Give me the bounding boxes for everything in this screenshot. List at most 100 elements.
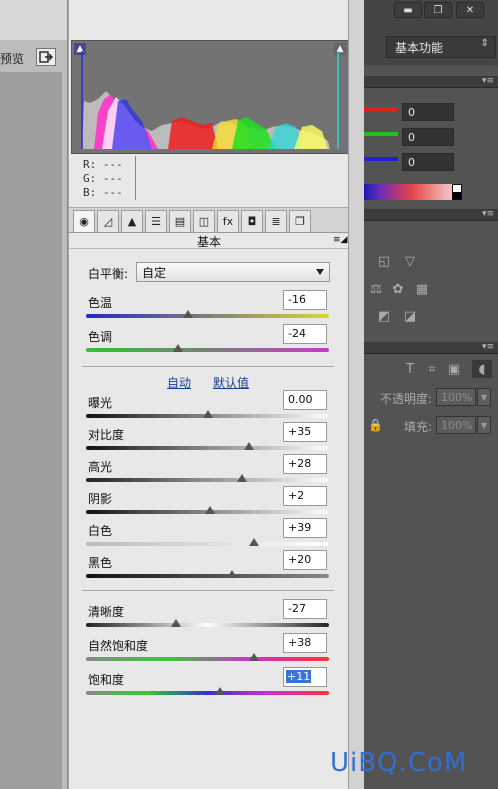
maximize-icon[interactable]: ❐ bbox=[424, 2, 452, 18]
fullscreen-toggle-icon[interactable] bbox=[36, 48, 56, 66]
chevron-down-icon[interactable]: ▼ bbox=[477, 388, 491, 406]
chevron-down-icon[interactable]: ▼ bbox=[477, 416, 491, 434]
preview-checkbox-label[interactable]: 预览 bbox=[0, 50, 24, 67]
sliders_presence-thumb-2[interactable] bbox=[214, 687, 225, 695]
photoshop-workspace: ▬ ❐ ✕ 基本功能 ⇕ ▾≡ 0 0 0 ▾≡ ◱ ▽ ⚖ ✿ ▦ ◩ ◪ ▾… bbox=[364, 0, 498, 789]
blue-channel-slider[interactable] bbox=[364, 157, 398, 161]
white-balance-select[interactable]: 自定 bbox=[136, 262, 330, 282]
image-canvas[interactable] bbox=[0, 72, 62, 789]
channel-mixer-icon[interactable]: ✿ bbox=[388, 280, 408, 298]
sliders_presence-thumb-1[interactable] bbox=[248, 653, 259, 661]
workspace-select[interactable]: 基本功能 ⇕ bbox=[386, 36, 496, 58]
sliders_presence-label-1: 自然饱和度 bbox=[88, 639, 149, 653]
sliders_tone-thumb-3[interactable] bbox=[204, 506, 215, 514]
sliders_presence-thumb-0[interactable] bbox=[170, 619, 181, 627]
detail-icon[interactable]: ▲ bbox=[121, 210, 143, 232]
tint-slider-track[interactable] bbox=[86, 348, 329, 352]
tint-input[interactable]: -24 bbox=[283, 324, 327, 344]
sliders_tone-input-5[interactable]: +20 bbox=[283, 550, 327, 570]
curves-icon[interactable]: ◱ bbox=[374, 252, 394, 270]
sliders_tone-thumb-1[interactable] bbox=[243, 442, 254, 450]
invert-icon[interactable]: ◩ bbox=[374, 307, 394, 325]
tint-label: 色调 bbox=[88, 330, 113, 344]
hsl-icon[interactable]: ☰ bbox=[145, 210, 167, 232]
presets-icon[interactable]: ≣ bbox=[265, 210, 287, 232]
chevron-down-icon bbox=[316, 269, 324, 275]
fill-label: 填充: bbox=[404, 420, 433, 434]
adjustments-panel-header: ▾≡ bbox=[364, 209, 498, 221]
sliders_tone-input-0[interactable]: 0.00 bbox=[283, 390, 327, 410]
blue-value[interactable]: 0 bbox=[402, 153, 454, 171]
split-toning-icon[interactable]: ▤ bbox=[169, 210, 191, 232]
opacity-field[interactable]: 100% bbox=[436, 388, 476, 406]
lock-icon[interactable]: 🔒 bbox=[368, 418, 383, 432]
green-channel-slider[interactable] bbox=[364, 132, 398, 136]
sliders_tone-thumb-0[interactable] bbox=[202, 410, 213, 418]
sliders_presence-label-0: 清晰度 bbox=[88, 605, 125, 619]
color-spectrum[interactable] bbox=[364, 184, 462, 200]
panel-scrollbar[interactable] bbox=[348, 0, 364, 789]
sliders_tone-input-2[interactable]: +28 bbox=[283, 454, 327, 474]
tone-curve-icon[interactable]: ◿ bbox=[97, 210, 119, 232]
rgb-readout: R: --- G: --- B: --- bbox=[83, 158, 123, 200]
smart-object-filter-icon[interactable]: ▣ bbox=[444, 360, 464, 378]
layers-panel-header: ▾≡ bbox=[364, 342, 498, 354]
tint-slider-thumb[interactable] bbox=[173, 344, 184, 352]
panel-tabs: ◉ ◿ ▲ ☰ ▤ ◫ fx ◘ ≣ ❐ bbox=[69, 207, 349, 233]
snapshots-icon[interactable]: ❐ bbox=[289, 210, 311, 232]
sliders_tone-thumb-4[interactable] bbox=[248, 538, 259, 546]
close-icon[interactable]: ✕ bbox=[456, 2, 484, 18]
sliders_presence-track-2[interactable] bbox=[86, 691, 329, 695]
panel-menu-icon[interactable]: ▾≡ bbox=[482, 209, 494, 219]
basic-icon[interactable]: ◉ bbox=[73, 210, 95, 232]
sliders_tone-label-2: 高光 bbox=[88, 460, 113, 474]
selective-color-icon[interactable]: ◪ bbox=[400, 307, 420, 325]
workspace-value: 基本功能 bbox=[395, 41, 444, 55]
sliders_tone-track-5[interactable] bbox=[86, 574, 329, 578]
camera-raw-panel: ▲ ▲ R: --- G: --- B: --- ◉ ◿ ▲ ☰ ▤ ◫ fx … bbox=[68, 0, 349, 789]
panel-menu-icon[interactable]: ▾≡ bbox=[482, 76, 494, 86]
sliders_tone-thumb-5[interactable] bbox=[226, 570, 237, 578]
panel-menu-icon[interactable]: ▾≡ bbox=[482, 342, 494, 352]
sliders_presence-track-0[interactable] bbox=[86, 623, 329, 627]
saturation-value-selected: +11 bbox=[286, 670, 312, 683]
temperature-slider-track[interactable] bbox=[86, 314, 329, 318]
temperature-input[interactable]: -16 bbox=[283, 290, 327, 310]
lens-icon[interactable]: ◫ bbox=[193, 210, 215, 232]
green-value[interactable]: 0 bbox=[402, 128, 454, 146]
sliders_presence-track-1[interactable] bbox=[86, 657, 329, 661]
type-filter-icon[interactable]: T bbox=[400, 360, 420, 378]
temperature-slider-thumb[interactable] bbox=[183, 310, 194, 318]
minimize-icon[interactable]: ▬ bbox=[394, 2, 422, 18]
sliders_tone-input-4[interactable]: +39 bbox=[283, 518, 327, 538]
sliders_tone-track-2[interactable] bbox=[86, 478, 329, 482]
black-white-swatch[interactable] bbox=[452, 184, 462, 200]
panel-menu-icon[interactable]: ≡◢ bbox=[333, 235, 347, 245]
sliders_presence-input-2[interactable]: +11 bbox=[283, 667, 327, 687]
gradient-map-icon[interactable]: ▽ bbox=[400, 252, 420, 270]
fill-field[interactable]: 100% bbox=[436, 416, 476, 434]
auto-link[interactable]: 自动 bbox=[167, 374, 191, 391]
sliders_tone-track-4[interactable] bbox=[86, 542, 329, 546]
color-lookup-icon[interactable]: ▦ bbox=[412, 280, 432, 298]
histogram: ▲ ▲ bbox=[71, 40, 349, 154]
fx-icon[interactable]: fx bbox=[217, 210, 239, 232]
default-link[interactable]: 默认值 bbox=[213, 374, 249, 391]
sliders_presence-input-0[interactable]: -27 bbox=[283, 599, 327, 619]
camera-calibration-icon[interactable]: ◘ bbox=[241, 210, 263, 232]
sliders_tone-input-1[interactable]: +35 bbox=[283, 422, 327, 442]
red-value[interactable]: 0 bbox=[402, 103, 454, 121]
sliders_tone-thumb-2[interactable] bbox=[236, 474, 247, 482]
shape-filter-icon[interactable]: ⌗ bbox=[422, 360, 442, 378]
sliders_tone-label-1: 对比度 bbox=[88, 428, 125, 442]
sliders_tone-track-1[interactable] bbox=[86, 446, 329, 450]
b-readout: B: --- bbox=[83, 186, 123, 199]
red-channel-slider[interactable] bbox=[364, 107, 398, 111]
filter-toggle-icon[interactable]: ◖ bbox=[472, 360, 492, 378]
white-balance-value: 自定 bbox=[142, 266, 167, 280]
sliders_tone-input-3[interactable]: +2 bbox=[283, 486, 327, 506]
sliders_presence-input-1[interactable]: +38 bbox=[283, 633, 327, 653]
divider bbox=[82, 366, 334, 367]
color-balance-icon[interactable]: ⚖ bbox=[366, 280, 386, 298]
temperature-label: 色温 bbox=[88, 296, 113, 310]
